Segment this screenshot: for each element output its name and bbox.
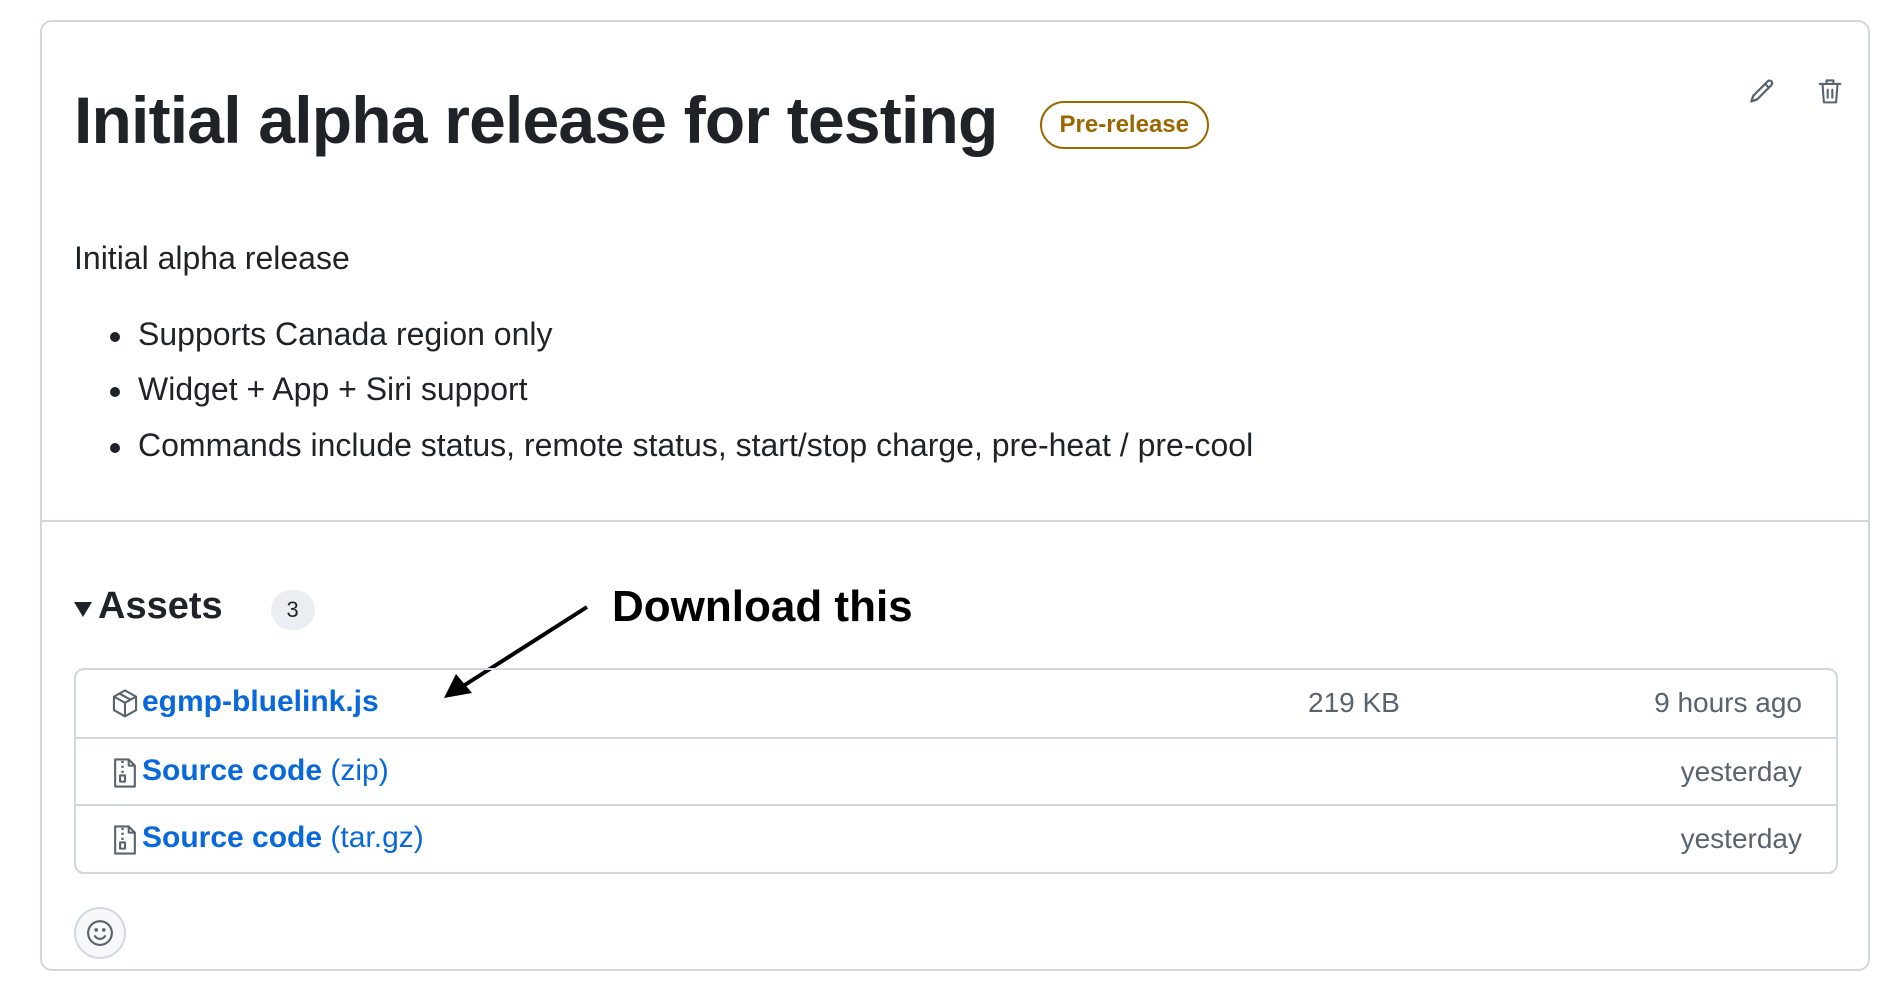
asset-row: Source code (tar.gz) yesterday (76, 804, 1836, 871)
release-intro: Initial alpha release (74, 240, 350, 276)
asset-row: egmp-bluelink.js 219 KB 9 hours ago (76, 670, 1836, 737)
caret-down-icon (74, 601, 92, 617)
release-header: Initial alpha release for testing Pre-re… (74, 67, 1209, 172)
asset-ext: (zip) (330, 754, 389, 787)
file-zip-icon (114, 825, 136, 855)
add-reaction-button[interactable] (74, 907, 126, 959)
release-bullets: Supports Canada region only Widget + App… (74, 314, 1774, 467)
release-notes: Initial alpha release Supports Canada re… (74, 238, 1774, 480)
asset-row: Source code (zip) yesterday (76, 737, 1836, 804)
asset-link-source-targz[interactable]: Source code (tar.gz) (142, 821, 424, 855)
download-annotation: Download this (612, 582, 913, 631)
release-title: Initial alpha release for testing (74, 82, 998, 157)
asset-ext: (tar.gz) (330, 821, 424, 854)
asset-name: Source code (142, 821, 323, 854)
smiley-icon (87, 920, 113, 946)
assets-list: egmp-bluelink.js 219 KB 9 hours ago Sour… (74, 668, 1838, 874)
pre-release-badge: Pre-release (1039, 100, 1209, 149)
section-divider (42, 520, 1868, 522)
delete-release-button[interactable] (1800, 62, 1860, 122)
assets-count-badge: 3 (270, 590, 315, 630)
trash-icon (1818, 79, 1842, 104)
asset-link-egmp-bluelink[interactable]: egmp-bluelink.js (142, 685, 379, 719)
asset-date: yesterday (1680, 756, 1802, 787)
asset-date: 9 hours ago (1654, 687, 1802, 718)
bullet-item: Supports Canada region only (110, 314, 1774, 356)
assets-toggle[interactable]: Assets 3 (74, 582, 315, 630)
asset-link-source-zip[interactable]: Source code (zip) (142, 754, 389, 788)
bullet-item: Widget + App + Siri support (110, 369, 1774, 411)
package-icon (112, 689, 138, 718)
release-card: Initial alpha release for testing Pre-re… (40, 20, 1870, 971)
asset-date: yesterday (1680, 823, 1802, 854)
asset-name: egmp-bluelink.js (142, 685, 379, 718)
assets-heading: Assets (98, 584, 223, 627)
pencil-icon (1750, 79, 1774, 103)
file-zip-icon (114, 758, 136, 788)
edit-release-button[interactable] (1732, 62, 1792, 122)
bullet-item: Commands include status, remote status, … (110, 425, 1774, 467)
asset-name: Source code (142, 754, 323, 787)
asset-size: 219 KB (1308, 687, 1400, 718)
